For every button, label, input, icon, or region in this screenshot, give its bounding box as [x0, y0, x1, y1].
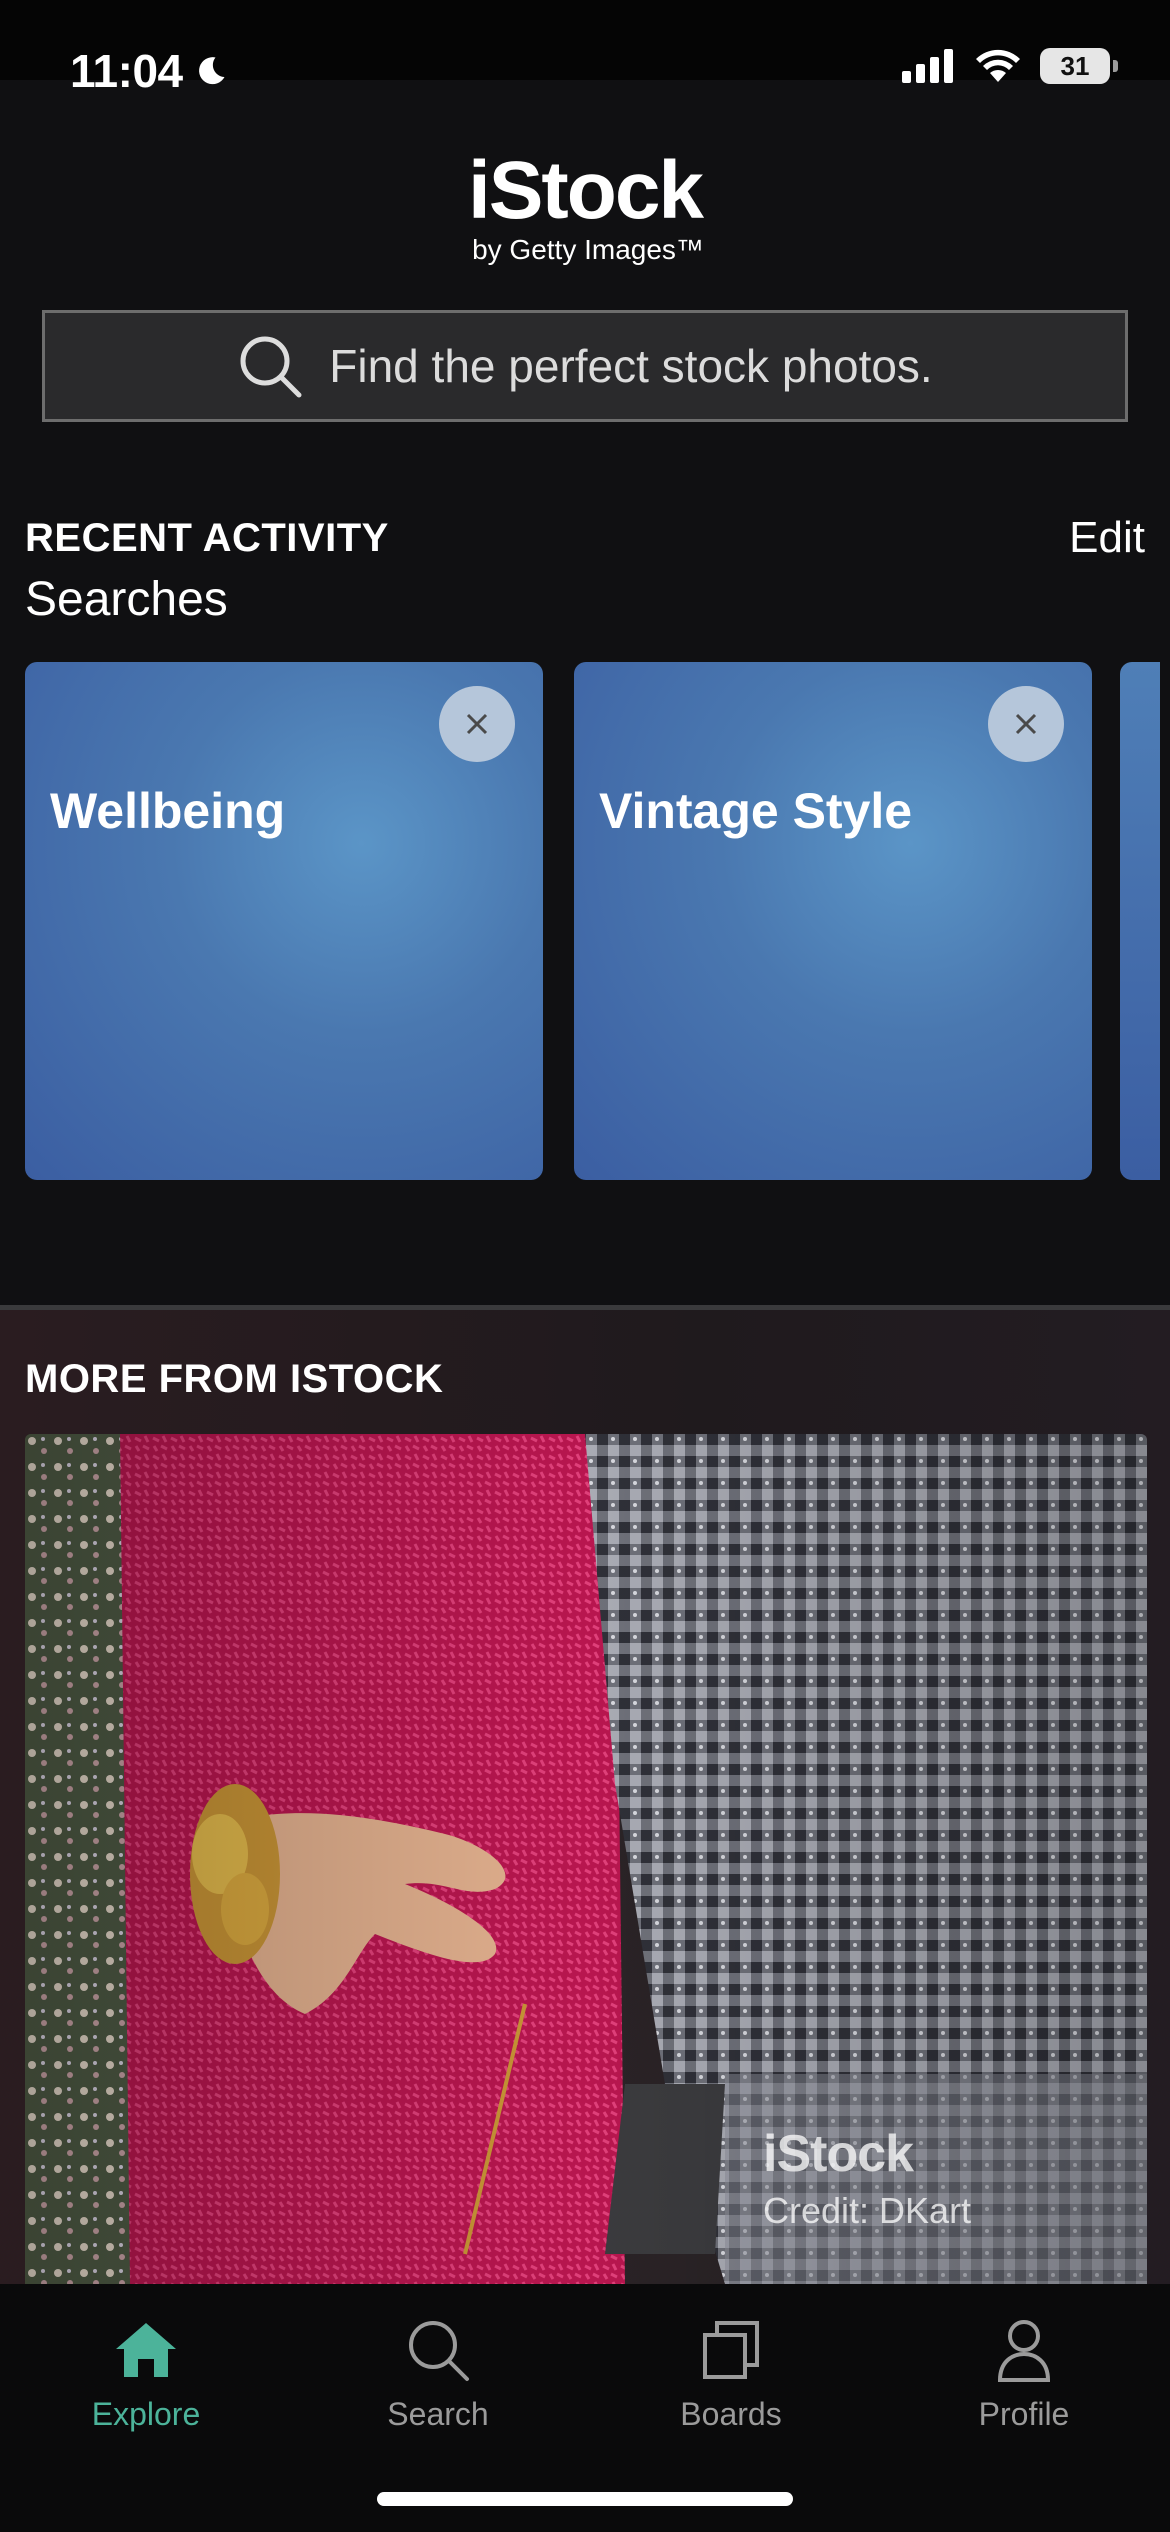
signal-icon	[902, 49, 953, 83]
search-icon	[409, 2321, 469, 2381]
watermark-credit: Credit: DKart	[763, 2190, 972, 2231]
recent-activity-title: RECENT ACTIVITY	[25, 516, 389, 560]
battery-level: 31	[1060, 50, 1090, 81]
tab-boards[interactable]: Boards	[611, 2310, 851, 2433]
remove-search-button[interactable]	[988, 686, 1064, 762]
tab-label: Profile	[978, 2396, 1070, 2432]
tab-explore[interactable]: Explore	[26, 2310, 266, 2433]
recent-search-card[interactable]: Wellbeing	[25, 662, 543, 1180]
image-watermark: iStock Credit: DKart	[763, 2124, 971, 2232]
tab-label: Boards	[680, 2396, 782, 2432]
screen: 11:04 31 iStock by Getty Images™ Find th…	[0, 0, 1170, 2532]
moon-icon	[198, 57, 225, 85]
close-icon	[466, 713, 488, 735]
time-text: 11:04	[70, 45, 183, 97]
boards-icon	[703, 2321, 759, 2379]
recent-search-card-partial[interactable]	[1120, 662, 1160, 1180]
logo-main: iStock	[467, 145, 704, 236]
tab-search[interactable]: Search	[318, 2310, 558, 2433]
profile-icon	[997, 2320, 1051, 2382]
logo-sub: by Getty Images™	[472, 234, 704, 265]
tab-label: Search	[387, 2396, 489, 2432]
close-icon	[1015, 713, 1037, 735]
search-input[interactable]: Find the perfect stock photos.	[42, 310, 1128, 422]
status-icons: 31	[902, 48, 1118, 84]
istock-logo: iStock by Getty Images™	[0, 150, 1170, 266]
featured-photo	[25, 1434, 1147, 2284]
wifi-icon	[976, 49, 1020, 82]
search-icon	[240, 336, 302, 398]
status-time: 11:04	[70, 44, 229, 98]
remove-search-button[interactable]	[439, 686, 515, 762]
recent-search-label: Vintage Style	[599, 783, 913, 839]
status-bar: 11:04 31	[0, 0, 1170, 97]
battery-indicator: 31	[1040, 48, 1118, 84]
search-placeholder: Find the perfect stock photos.	[329, 340, 933, 392]
tab-profile[interactable]: Profile	[904, 2310, 1144, 2433]
home-icon	[116, 2323, 176, 2377]
edit-button[interactable]: Edit	[1069, 513, 1145, 563]
tab-label: Explore	[91, 2396, 201, 2432]
watermark-brand: iStock	[763, 2125, 914, 2183]
featured-image[interactable]: iStock Credit: DKart	[25, 1434, 1147, 2284]
recent-search-card[interactable]: Vintage Style	[574, 662, 1092, 1180]
searches-subtitle: Searches	[25, 573, 228, 626]
recent-search-label: Wellbeing	[50, 783, 286, 839]
home-indicator[interactable]	[377, 2492, 793, 2506]
more-from-istock-title: MORE FROM ISTOCK	[25, 1357, 444, 1401]
